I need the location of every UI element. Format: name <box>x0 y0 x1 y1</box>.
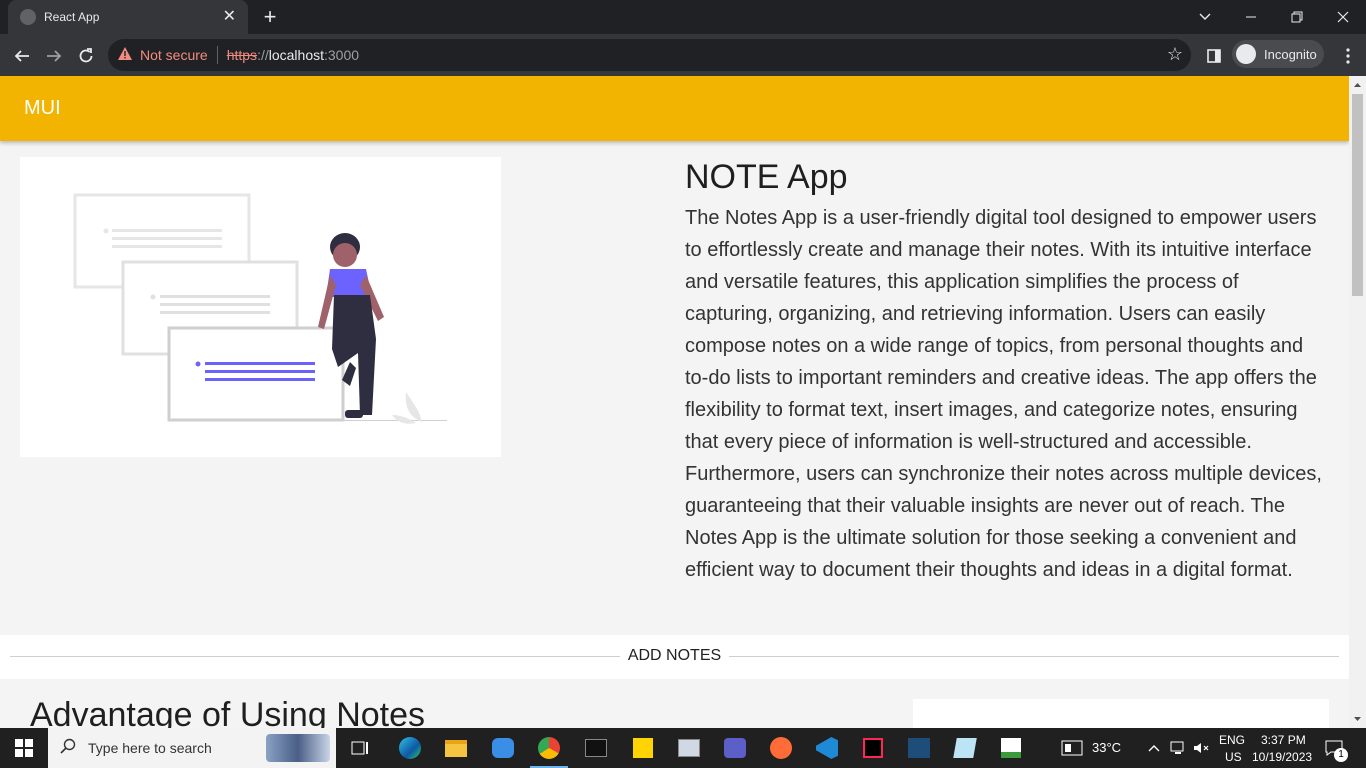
page-scrollbar[interactable] <box>1349 76 1366 728</box>
advantage-card <box>913 699 1329 728</box>
bookmark-star-icon[interactable]: ☆ <box>1167 44 1183 65</box>
file-explorer-icon[interactable] <box>444 736 468 760</box>
search-highlight-image <box>266 734 330 762</box>
browser-toolbar: Not secure https://localhost:3000 ☆ Inco… <box>0 34 1366 76</box>
taskbar-search[interactable]: Type here to search <box>48 728 336 768</box>
back-icon[interactable] <box>8 42 36 70</box>
notification-count: 1 <box>1334 748 1348 762</box>
app-bar: MUI <box>0 76 1349 141</box>
warning-icon <box>118 47 132 63</box>
close-tab-icon[interactable]: ✕ <box>223 9 236 25</box>
incognito-profile[interactable]: Incognito <box>1232 40 1324 68</box>
clock-time[interactable]: 3:37 PM <box>1261 733 1306 747</box>
edge-icon[interactable] <box>398 736 422 760</box>
chrome-icon[interactable] <box>537 736 561 760</box>
reload-icon[interactable] <box>72 42 100 70</box>
weather-icon[interactable] <box>1060 736 1084 760</box>
vscode-icon[interactable] <box>815 736 839 760</box>
add-notes-divider: ADD NOTES <box>0 635 1349 679</box>
notes-illustration <box>20 157 501 457</box>
windows-start-icon[interactable] <box>12 736 36 760</box>
intellij-icon[interactable] <box>861 736 885 760</box>
postman-icon[interactable] <box>769 736 793 760</box>
browser-tab[interactable]: React App ✕ <box>8 0 248 34</box>
url-port: :3000 <box>324 47 360 63</box>
url-host: localhost <box>268 47 324 63</box>
tab-strip: React App ✕ + <box>0 0 1366 34</box>
photos-icon[interactable] <box>677 736 701 760</box>
search-placeholder: Type here to search <box>88 740 212 756</box>
page-title: NOTE App <box>685 158 848 196</box>
sticky-notes-icon[interactable] <box>631 736 655 760</box>
tab-title: React App <box>44 10 100 24</box>
restore-button[interactable] <box>1274 0 1320 34</box>
minimize-button[interactable] <box>1228 0 1274 34</box>
globe-icon <box>20 9 36 25</box>
notepad-icon[interactable] <box>953 736 977 760</box>
forward-icon[interactable] <box>40 42 68 70</box>
app-description: The Notes App is a user-friendly digital… <box>685 207 1322 581</box>
side-panel-icon[interactable] <box>1200 42 1228 70</box>
url-separator: :// <box>257 47 269 63</box>
search-icon <box>60 738 76 759</box>
scroll-up-icon[interactable] <box>1349 79 1366 91</box>
network-icon[interactable] <box>1166 736 1190 760</box>
terminal-icon[interactable] <box>584 736 608 760</box>
address-bar[interactable]: Not secure https://localhost:3000 ☆ <box>108 39 1191 71</box>
security-status[interactable]: Not secure <box>140 47 208 63</box>
new-tab-button[interactable]: + <box>258 5 282 29</box>
close-window-button[interactable] <box>1320 0 1366 34</box>
incognito-icon <box>1236 44 1256 64</box>
page-viewport: MUI NOTE App The Notes App is a user-fri… <box>0 76 1349 728</box>
tab-search-icon[interactable] <box>1182 0 1228 34</box>
lang-top[interactable]: ENG <box>1219 733 1245 747</box>
incognito-label: Incognito <box>1264 46 1317 62</box>
scrollbar-thumb[interactable] <box>1352 94 1363 296</box>
teams-icon[interactable] <box>723 736 747 760</box>
mysql-workbench-icon[interactable] <box>907 736 931 760</box>
weather-temp[interactable]: 33°C <box>1092 740 1121 755</box>
chevron-up-icon[interactable] <box>1142 736 1166 760</box>
task-view-icon[interactable] <box>348 736 372 760</box>
omnibox-separator <box>216 46 218 64</box>
lang-bottom[interactable]: US <box>1225 750 1242 764</box>
clock-date[interactable]: 10/19/2023 <box>1252 750 1312 764</box>
mail-app-icon[interactable] <box>491 736 515 760</box>
brand-title[interactable]: MUI <box>24 97 61 120</box>
section-title: Advantage of Using Notes <box>30 696 426 728</box>
add-notes-label[interactable]: ADD NOTES <box>619 647 730 664</box>
volume-muted-icon[interactable] <box>1189 736 1213 760</box>
windows-taskbar: Type here to search 33°C ENG US 3:37 PM … <box>0 728 1366 768</box>
scroll-down-icon[interactable] <box>1349 713 1366 725</box>
menu-dots-icon[interactable] <box>1334 42 1362 70</box>
url-scheme: https <box>226 47 258 63</box>
charts-app-icon[interactable] <box>999 736 1023 760</box>
